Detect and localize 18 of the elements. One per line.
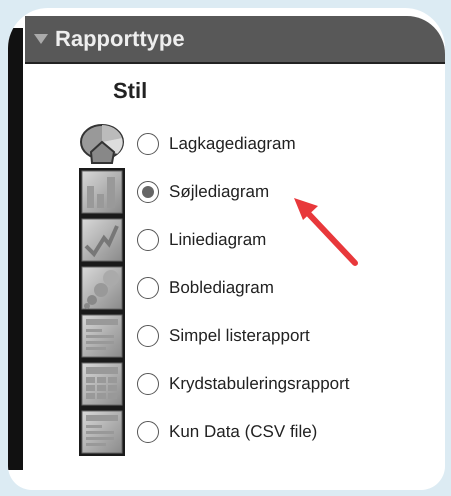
radio-button[interactable]	[137, 229, 159, 251]
radio-button[interactable]	[137, 277, 159, 299]
section-title: Stil	[113, 78, 148, 104]
pie-chart-icon	[79, 122, 125, 166]
panel-title: Rapporttype	[55, 26, 185, 52]
radio-button[interactable]	[137, 325, 159, 347]
collapse-triangle-icon[interactable]	[33, 33, 49, 45]
option-label[interactable]: Simpel listerapport	[169, 326, 310, 346]
radio-button[interactable]	[137, 181, 159, 203]
radio-button[interactable]	[137, 373, 159, 395]
option-label[interactable]: Liniediagram	[169, 230, 266, 250]
radio-button[interactable]	[137, 421, 159, 443]
option-label[interactable]: Lagkagediagram	[169, 134, 296, 154]
option-label[interactable]: Kun Data (CSV file)	[169, 422, 318, 442]
option-label[interactable]: Krydstabuleringsrapport	[169, 374, 350, 394]
option-label[interactable]: Søjlediagram	[169, 182, 270, 202]
radio-button[interactable]	[137, 133, 159, 155]
option-label[interactable]: Boblediagram	[169, 278, 274, 298]
